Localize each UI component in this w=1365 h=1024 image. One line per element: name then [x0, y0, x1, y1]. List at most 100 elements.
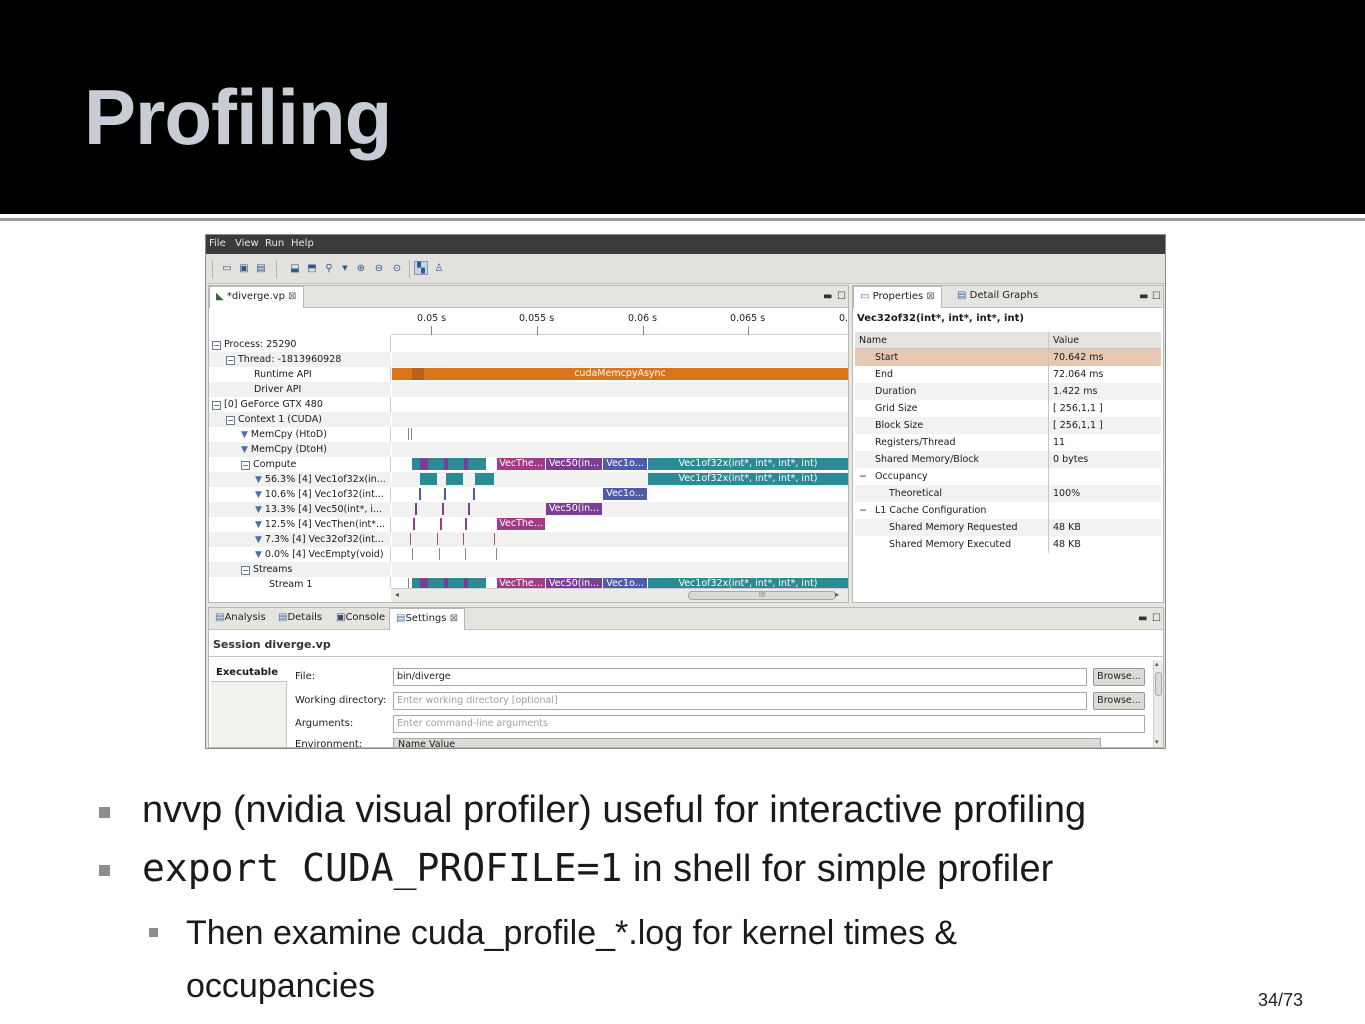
table-row[interactable]: Shared Memory Executed 48 KB: [855, 536, 1161, 553]
kernel-mark[interactable]: [494, 533, 495, 545]
zoom-fit-icon[interactable]: ⊙: [390, 261, 404, 275]
vertical-scrollbar[interactable]: ▴ ▾: [1153, 660, 1163, 747]
kernel-mark[interactable]: [413, 518, 415, 530]
kernel-mark[interactable]: [412, 548, 413, 560]
side-tab-executable[interactable]: Executable: [211, 664, 287, 682]
tree-row-context[interactable]: − Context 1 (CUDA): [209, 412, 391, 427]
tree-row-runtime-api[interactable]: Runtime API: [209, 367, 391, 382]
tab-properties[interactable]: ▭ Properties ⊠: [853, 286, 942, 308]
scroll-right-icon[interactable]: ▸: [835, 590, 839, 599]
kernel-bar[interactable]: [446, 473, 463, 485]
search-icon[interactable]: ⚲: [322, 261, 336, 275]
collapse-icon[interactable]: −: [226, 356, 235, 365]
table-row[interactable]: Registers/Thread 11: [855, 434, 1161, 451]
kernel-bar[interactable]: [420, 458, 428, 470]
kernel-bar[interactable]: [468, 458, 486, 470]
tree-row-stream-1[interactable]: Stream 1: [209, 577, 391, 592]
menu-run[interactable]: Run: [265, 238, 284, 249]
scroll-thumb[interactable]: III: [688, 591, 836, 600]
tab-console[interactable]: ▣Console: [330, 608, 391, 630]
table-row[interactable]: Theoretical 100%: [855, 485, 1161, 502]
table-row[interactable]: − Occupancy: [855, 468, 1161, 485]
export-icon[interactable]: ⬒: [305, 261, 319, 275]
profile-icon[interactable]: ♙: [432, 261, 446, 275]
menu-help[interactable]: Help: [291, 238, 314, 249]
kernel-mark[interactable]: [419, 488, 421, 500]
maximize-icon[interactable]: ☐: [1152, 613, 1161, 624]
tree-row-kernel[interactable]: ▼ 56.3% [4] Vec1of32x(in...: [209, 472, 391, 487]
kernel-mark[interactable]: [442, 503, 444, 515]
table-row[interactable]: Shared Memory Requested 48 KB: [855, 519, 1161, 536]
tree-row-streams[interactable]: − Streams: [209, 562, 391, 577]
minimize-icon[interactable]: ▬: [1138, 613, 1147, 624]
dropdown-arrow-icon[interactable]: ▼: [338, 261, 352, 275]
environment-table-header[interactable]: Name Value: [393, 738, 1101, 747]
new-session-icon[interactable]: ▭: [220, 261, 234, 275]
kernel-bar[interactable]: [412, 458, 420, 470]
close-icon[interactable]: ⊠: [926, 291, 934, 302]
kernel-bar[interactable]: [475, 473, 494, 485]
import-icon[interactable]: ⬓: [288, 261, 302, 275]
browse-directory-button[interactable]: Browse...: [1093, 692, 1145, 710]
kernel-bar[interactable]: [448, 458, 464, 470]
kernel-mark[interactable]: [439, 548, 440, 560]
table-row[interactable]: Shared Memory/Block 0 bytes: [855, 451, 1161, 468]
kernel-mark[interactable]: [496, 548, 497, 560]
horizontal-scrollbar[interactable]: ◂ III ▸: [391, 588, 848, 602]
table-row[interactable]: Duration 1.422 ms: [855, 383, 1161, 400]
column-header-name[interactable]: Name: [859, 332, 887, 349]
table-row[interactable]: Grid Size [ 256,1,1 ]: [855, 400, 1161, 417]
api-call-mark[interactable]: [412, 368, 424, 380]
zoom-in-icon[interactable]: ⊕: [354, 261, 368, 275]
kernel-mark[interactable]: [444, 488, 446, 500]
kernel-bar-vec1of32x[interactable]: Vec1of32x(int*, int*, int*, int): [648, 458, 848, 470]
tree-row-compute[interactable]: − Compute: [209, 457, 391, 472]
collapse-icon[interactable]: −: [226, 416, 235, 425]
kernel-bar-vecthen[interactable]: VecThe...: [497, 458, 545, 470]
tab-detail-graphs[interactable]: ▤ Detail Graphs: [951, 286, 1044, 308]
table-row[interactable]: End 72.064 ms: [855, 366, 1161, 383]
table-row[interactable]: Start 70.642 ms: [855, 349, 1161, 366]
collapse-icon[interactable]: −: [859, 502, 867, 519]
kernel-mark[interactable]: [410, 533, 411, 545]
memcpy-async-bar[interactable]: cudaMemcpyAsync: [392, 368, 848, 380]
tree-row-kernel[interactable]: ▼ 12.5% [4] VecThen(int*...: [209, 517, 391, 532]
open-icon[interactable]: ▣: [237, 261, 251, 275]
collapse-icon[interactable]: −: [212, 341, 221, 350]
working-directory-input[interactable]: Enter working directory [optional]: [393, 692, 1087, 710]
scroll-thumb[interactable]: [1155, 672, 1162, 696]
maximize-icon[interactable]: ☐: [1152, 291, 1161, 302]
tree-row-kernel[interactable]: ▼ 0.0% [4] VecEmpty(void): [209, 547, 391, 562]
kernel-mark[interactable]: [465, 548, 466, 560]
tab-analysis[interactable]: ▤Analysis: [209, 608, 272, 630]
menu-view[interactable]: View: [235, 238, 259, 249]
column-header-value[interactable]: Value: [1053, 332, 1079, 349]
close-icon[interactable]: ⊠: [288, 291, 296, 302]
zoom-out-icon[interactable]: ⊖: [372, 261, 386, 275]
tab-diverge-vp[interactable]: ◣ *diverge.vp ⊠: [209, 286, 304, 308]
memcpy-mark[interactable]: [408, 428, 409, 440]
minimize-icon[interactable]: ▬: [823, 291, 832, 302]
tree-row-memcpy-htod[interactable]: ▼ MemCpy (HtoD): [209, 427, 391, 442]
kernel-bar-vec50[interactable]: Vec50(in...: [546, 458, 602, 470]
scroll-up-icon[interactable]: ▴: [1155, 660, 1159, 668]
kernel-mark[interactable]: [463, 533, 464, 545]
kernel-bar-vecthen[interactable]: VecThe...: [497, 518, 545, 530]
kernel-mark[interactable]: [415, 503, 417, 515]
memcpy-mark[interactable]: [411, 428, 412, 440]
menu-file[interactable]: File: [209, 238, 226, 249]
tree-row-kernel[interactable]: ▼ 7.3% [4] Vec32of32(int...: [209, 532, 391, 547]
table-row[interactable]: − L1 Cache Configuration: [855, 502, 1161, 519]
table-row[interactable]: Block Size [ 256,1,1 ]: [855, 417, 1161, 434]
collapse-icon[interactable]: −: [241, 461, 250, 470]
browse-file-button[interactable]: Browse...: [1093, 668, 1145, 686]
tab-settings[interactable]: ▤Settings ⊠: [389, 608, 466, 630]
kernel-bar[interactable]: [428, 458, 444, 470]
minimize-icon[interactable]: ▬: [1139, 291, 1148, 302]
kernel-bar-vec50[interactable]: Vec50(in...: [546, 503, 602, 515]
kernel-mark[interactable]: [440, 518, 442, 530]
tree-row-thread[interactable]: − Thread: -1813960928: [209, 352, 391, 367]
tree-row-memcpy-dtoh[interactable]: ▼ MemCpy (DtoH): [209, 442, 391, 457]
tree-row-driver-api[interactable]: Driver API: [209, 382, 391, 397]
maximize-icon[interactable]: ☐: [837, 291, 846, 302]
